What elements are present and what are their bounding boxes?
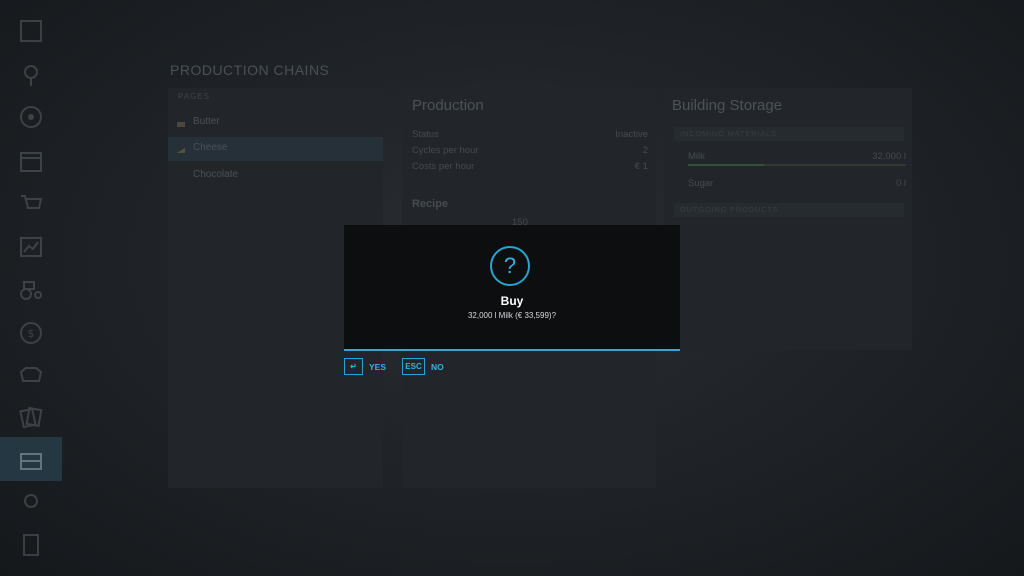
- list-item-chocolate[interactable]: Chocolate: [193, 169, 238, 180]
- dialog-message: 32,000 l Milk (€ 33,599)?: [467, 311, 557, 320]
- milk-fill-bar: [688, 164, 906, 166]
- milk-label: Milk: [688, 151, 705, 162]
- costs-label: Costs per hour: [412, 161, 475, 172]
- production-icon[interactable]: [18, 447, 44, 473]
- incoming-header: INCOMING MATERIALS: [674, 127, 904, 141]
- sugar-value: 0 l: [895, 178, 906, 189]
- page-title: PRODUCTION CHAINS: [170, 62, 330, 78]
- storage-title: Building Storage: [672, 97, 783, 114]
- no-label: NO: [431, 361, 444, 372]
- list-item-cheese[interactable]: Cheese: [193, 142, 227, 153]
- dialog-title: Buy: [500, 294, 524, 308]
- butter-icon: [176, 116, 186, 127]
- sugar-label: Sugar: [688, 178, 714, 189]
- calendar-icon[interactable]: [18, 148, 44, 174]
- dialog-accent-line: [344, 349, 680, 351]
- settings-icon[interactable]: [18, 488, 44, 514]
- cart-icon[interactable]: [18, 190, 44, 216]
- production-title: Production: [412, 97, 484, 114]
- chart-icon[interactable]: [18, 234, 44, 260]
- map-icon[interactable]: [18, 18, 44, 44]
- contracts-icon[interactable]: [18, 404, 44, 430]
- steering-wheel-icon[interactable]: [18, 104, 44, 130]
- tractor-icon[interactable]: [18, 276, 44, 302]
- yes-label: YES: [369, 361, 387, 372]
- outgoing-header: OUTGOING PRODUCTS: [674, 203, 904, 217]
- coin-icon[interactable]: $: [18, 320, 44, 346]
- status-value: Inactive: [615, 129, 648, 140]
- confirm-dialog: [344, 225, 680, 349]
- list-item-butter[interactable]: Butter: [193, 116, 220, 127]
- sidebar: $: [0, 0, 62, 576]
- svg-text:$: $: [28, 327, 35, 340]
- recipe-title: Recipe: [412, 198, 449, 210]
- status-label: Status: [412, 129, 439, 140]
- location-icon[interactable]: [18, 62, 44, 88]
- list-header: PAGES: [178, 92, 210, 101]
- cycles-value: 2: [642, 145, 648, 156]
- cycles-label: Cycles per hour: [412, 145, 479, 156]
- question-mark-icon: ?: [490, 246, 530, 286]
- help-icon[interactable]: [18, 532, 44, 558]
- esc-key-icon: ESC: [402, 358, 425, 375]
- cheese-icon: [176, 142, 186, 153]
- cow-icon[interactable]: [18, 362, 44, 388]
- no-button[interactable]: ESC NO: [402, 357, 444, 376]
- enter-key-icon: ↵: [344, 358, 363, 375]
- milk-value: 32,000 l: [872, 151, 906, 162]
- yes-button[interactable]: ↵ YES: [344, 357, 386, 376]
- costs-value: € 1: [634, 161, 648, 172]
